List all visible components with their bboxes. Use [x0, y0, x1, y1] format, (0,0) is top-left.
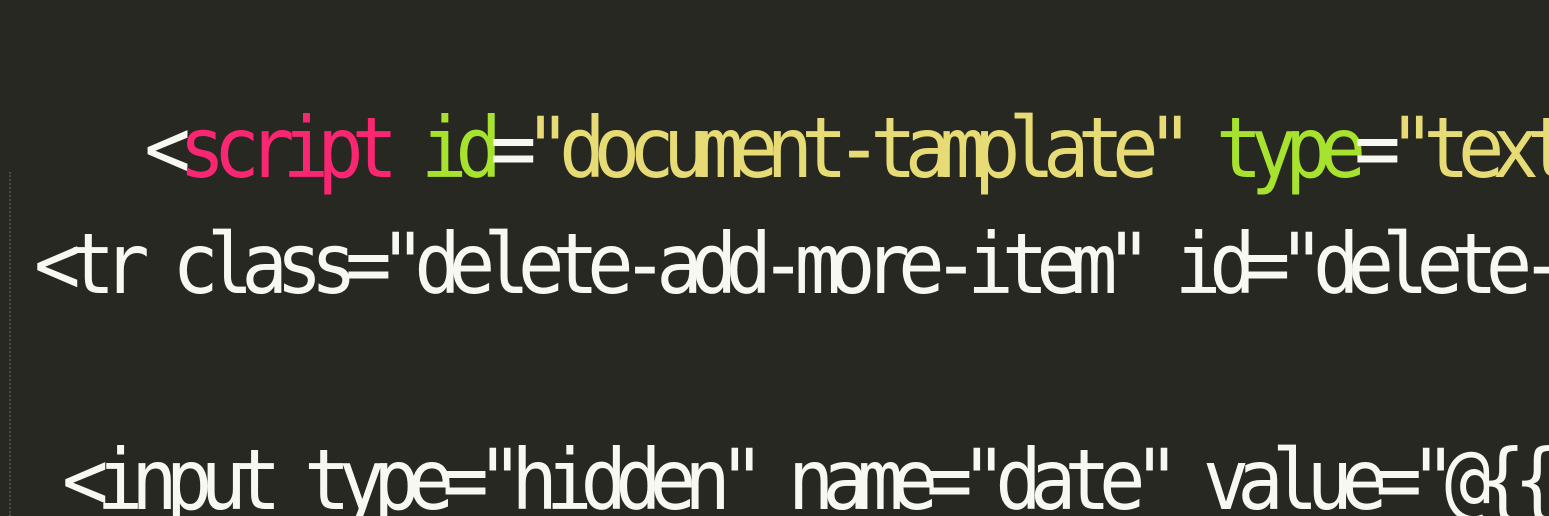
attribute-value: "text/x-handlebars-t — [1388, 99, 1549, 197]
equals-sign: = — [489, 99, 536, 197]
equals-sign: = — [1354, 99, 1400, 197]
tag-open-bracket: < — [144, 99, 190, 197]
code-editor[interactable]: <script id="document-tamplate" type="tex… — [0, 0, 1549, 516]
attribute-name: type — [1215, 99, 1366, 197]
tag-name: script — [178, 99, 398, 197]
attribute-value: "document-tamplate" — [524, 99, 1194, 197]
code-line-2[interactable]: <tr class="delete-add-more-item" id="del… — [34, 214, 1549, 314]
attribute-name: id — [420, 99, 502, 197]
code-line-3[interactable]: <input type="hidden" name="date" value="… — [62, 430, 1549, 516]
